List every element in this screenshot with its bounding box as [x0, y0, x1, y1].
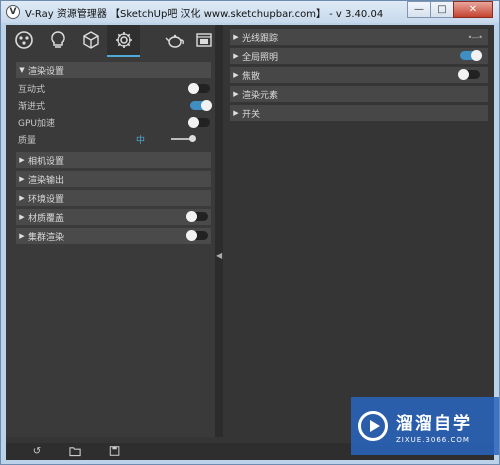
section-label: 材质覆盖: [28, 213, 65, 224]
save-icon[interactable]: [108, 445, 122, 458]
chevron-right-icon: ▶: [19, 213, 25, 221]
close-button[interactable]: ✕: [453, 1, 493, 18]
switches-header[interactable]: ▶ 开关: [230, 105, 488, 121]
quality-slider[interactable]: [171, 138, 191, 140]
chevron-right-icon: ▶: [233, 90, 239, 98]
distributed-render-toggle[interactable]: [186, 230, 208, 241]
cube-icon[interactable]: [79, 28, 103, 52]
watermark-logo: 溜溜自学 ZIXUE.3066.COM: [351, 397, 499, 455]
section-label: 光线跟踪: [242, 33, 279, 44]
collapse-arrow-icon[interactable]: ◀: [216, 251, 222, 260]
frame-buffer-icon[interactable]: [192, 28, 216, 52]
raytrace-header[interactable]: ▶ 光线跟踪 •—•: [230, 29, 488, 45]
right-panel: ▶ 光线跟踪 •—• ▶ 全局照明 ▶ 焦散 ▶ 渲染元素 ▶ 开关: [223, 25, 494, 437]
panel-splitter[interactable]: ◀: [215, 25, 223, 437]
caustics-header[interactable]: ▶ 焦散: [230, 67, 488, 83]
gear-icon[interactable]: [107, 25, 140, 57]
chevron-down-icon: ▼: [19, 66, 25, 74]
watermark-title: 溜溜自学: [396, 413, 472, 434]
app-window: V V-Ray 资源管理器 【SketchUp吧 汉化 www.sketchup…: [0, 0, 500, 465]
chevron-right-icon: ▶: [233, 52, 239, 60]
section-label: 渲染输出: [28, 175, 65, 186]
material-override-toggle[interactable]: [186, 211, 208, 222]
section-label: 集群渲染: [28, 232, 65, 243]
progressive-toggle[interactable]: [190, 100, 212, 111]
chevron-right-icon: ▶: [233, 71, 239, 79]
render-output-header[interactable]: ▶ 渲染输出: [16, 171, 211, 187]
minimize-button[interactable]: —: [407, 1, 431, 18]
play-icon: [358, 411, 388, 441]
gpu-toggle[interactable]: [188, 117, 210, 128]
chevron-right-icon: ▶: [233, 109, 239, 117]
render-elements-header[interactable]: ▶ 渲染元素: [230, 86, 488, 102]
section-label: 环境设置: [28, 194, 65, 205]
maximize-button[interactable]: □: [430, 1, 454, 18]
distributed-render-header[interactable]: ▶ 集群渲染: [16, 228, 211, 244]
open-folder-icon[interactable]: [68, 445, 82, 458]
chevron-right-icon: ▶: [19, 156, 25, 164]
caustics-toggle[interactable]: [458, 69, 480, 80]
camera-settings-header[interactable]: ▶ 相机设置: [16, 152, 211, 168]
quality-row: 质量 中: [18, 131, 211, 147]
section-label: 渲染元素: [242, 90, 279, 101]
progressive-row: 渐进式: [18, 97, 212, 113]
gpu-row: GPU加速: [18, 114, 211, 130]
material-override-header[interactable]: ▶ 材质覆盖: [16, 209, 211, 225]
options-menu-icon[interactable]: •—•: [468, 33, 483, 42]
teapot-icon[interactable]: [163, 28, 187, 52]
global-illumination-header[interactable]: ▶ 全局照明: [230, 48, 488, 64]
quality-value[interactable]: 中: [136, 133, 145, 146]
interactive-label: 互动式: [18, 84, 46, 95]
light-bulb-icon[interactable]: [46, 28, 70, 52]
global-illumination-toggle[interactable]: [460, 50, 482, 61]
watermark-subtitle: ZIXUE.3066.COM: [396, 435, 470, 444]
left-panel: ▼ 渲染设置 互动式 渐进式 GPU加速 质量 中 ▶ 相机设置 ▶ 渲染输出 …: [6, 25, 215, 437]
section-label: 相机设置: [28, 156, 65, 167]
section-label: 开关: [242, 109, 261, 120]
chevron-right-icon: ▶: [233, 33, 239, 41]
interactive-toggle[interactable]: [188, 83, 210, 94]
revert-icon[interactable]: ↺: [30, 445, 44, 458]
chevron-right-icon: ▶: [19, 194, 25, 202]
title-bar[interactable]: V V-Ray 资源管理器 【SketchUp吧 汉化 www.sketchup…: [1, 1, 499, 23]
quality-label: 质量: [18, 135, 37, 146]
gpu-label: GPU加速: [18, 118, 55, 129]
section-label: 全局照明: [242, 52, 279, 63]
quality-slider-handle[interactable]: [189, 135, 196, 142]
vray-logo-icon: V: [6, 5, 20, 19]
chevron-right-icon: ▶: [19, 175, 25, 183]
render-settings-header[interactable]: ▼ 渲染设置: [16, 62, 211, 78]
material-sphere-icon[interactable]: [12, 28, 36, 52]
progressive-label: 渐进式: [18, 101, 46, 112]
render-settings-label: 渲染设置: [28, 66, 65, 77]
category-toolbar: [6, 25, 215, 57]
interactive-row: 互动式: [18, 80, 211, 96]
window-title: V-Ray 资源管理器 【SketchUp吧 汉化 www.sketchupba…: [25, 8, 384, 20]
asset-editor: ▼ 渲染设置 互动式 渐进式 GPU加速 质量 中 ▶ 相机设置 ▶ 渲染输出 …: [6, 25, 494, 460]
section-label: 焦散: [242, 71, 261, 82]
environment-header[interactable]: ▶ 环境设置: [16, 190, 211, 206]
window-controls: — □ ✕: [407, 1, 493, 18]
chevron-right-icon: ▶: [19, 232, 25, 240]
